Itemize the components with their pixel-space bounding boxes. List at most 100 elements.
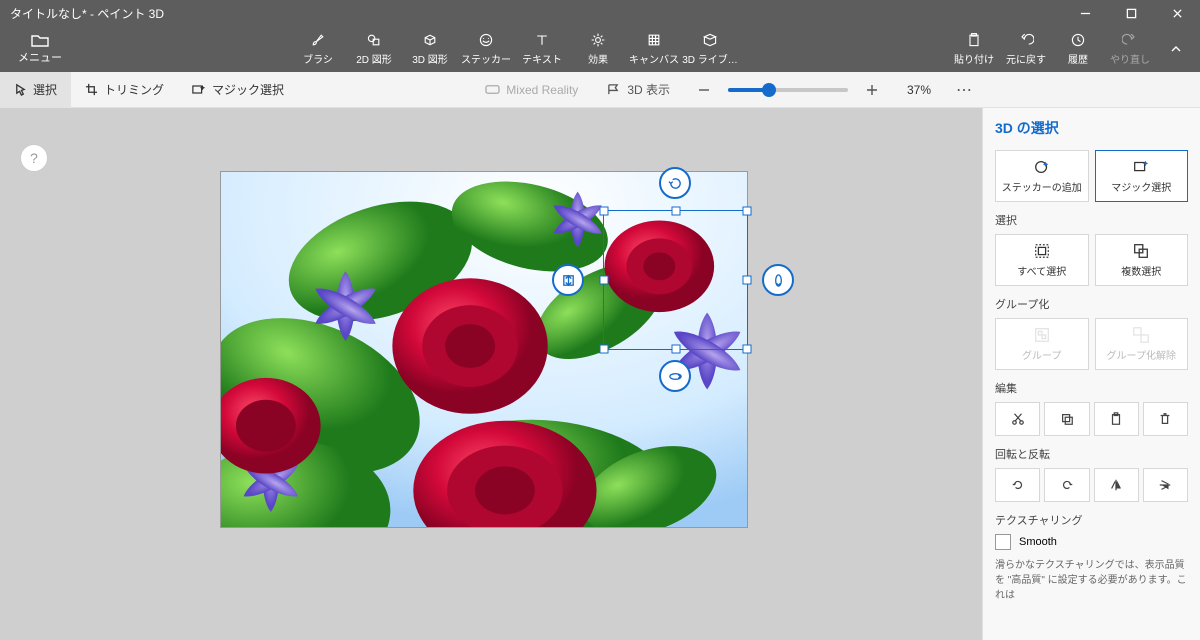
zoom-percent[interactable]: 37% [896, 83, 942, 97]
zoom-in-button[interactable] [858, 76, 886, 104]
paste-button-panel[interactable] [1094, 402, 1139, 436]
tool-effects[interactable]: 効果 [570, 26, 626, 72]
smooth-label: Smooth [1019, 536, 1057, 548]
flip-h-button[interactable] [1094, 468, 1139, 502]
sticker-add-icon [1033, 158, 1051, 176]
vr-icon [485, 83, 500, 96]
ribbon-tools: ブラシ 2D 図形 3D 図形 ステッカー テキスト 効果 キャンバス 3D ラ… [290, 26, 738, 72]
cut-button[interactable] [995, 402, 1040, 436]
flag-icon [606, 83, 621, 96]
folder-icon [31, 33, 49, 47]
rotate-ccw-button[interactable] [995, 468, 1040, 502]
group-icon [1033, 326, 1051, 344]
crop-tool[interactable]: トリミング [71, 72, 178, 108]
effects-icon [590, 32, 606, 48]
tile-ungroup: グループ化解除 [1095, 318, 1189, 370]
history-icon [1070, 32, 1086, 48]
paste-icon [966, 32, 982, 48]
magic-icon [192, 83, 206, 96]
flip-v-icon [1158, 478, 1172, 492]
rotate-z-handle[interactable] [659, 167, 691, 199]
brush-icon [310, 32, 326, 48]
crop-icon [85, 83, 98, 96]
ribbon-right: 貼り付け 元に戻す 履歴 やり直し [948, 26, 1196, 72]
cut-icon [1011, 412, 1025, 426]
zoom-control: 37% [684, 76, 948, 104]
rotate-y-handle[interactable] [762, 264, 794, 296]
select-tool[interactable]: 選択 [0, 72, 71, 108]
tool-2d[interactable]: 2D 図形 [346, 26, 402, 72]
menu-button[interactable]: メニュー [0, 26, 80, 72]
shapes2d-icon [366, 32, 382, 48]
select-all-icon [1033, 242, 1051, 260]
view3d-button[interactable]: 3D 表示 [592, 72, 684, 108]
tile-group: グループ [995, 318, 1089, 370]
magic-select-tool[interactable]: マジック選択 [178, 72, 298, 108]
ungroup-icon [1132, 326, 1150, 344]
text-icon [534, 32, 550, 48]
help-button[interactable]: ? [20, 144, 48, 172]
zoom-out-button[interactable] [690, 76, 718, 104]
tool-brush[interactable]: ブラシ [290, 26, 346, 72]
rotate-cw-icon [1060, 478, 1074, 492]
title-bar: タイトルなし* - ペイント 3D [0, 0, 1200, 26]
magic-select-icon [1132, 158, 1150, 176]
cursor-icon [14, 83, 27, 96]
close-button[interactable] [1154, 0, 1200, 26]
work-area: ? [0, 108, 1200, 640]
undo-button[interactable]: 元に戻す [1000, 26, 1052, 72]
rotate-x-handle[interactable] [659, 360, 691, 392]
smooth-checkbox[interactable]: Smooth [995, 534, 1188, 550]
more-button[interactable]: ⋯ [948, 80, 982, 100]
side-panel: 3D の選択 ステッカーの追加 マジック選択 選択 すべて選択 複数選択 グルー… [982, 108, 1200, 640]
texture-hint: 滑らかなテクスチャリングでは、表示品質を "高品質" に設定する必要があります。… [995, 558, 1188, 603]
selection-rect[interactable] [603, 210, 748, 350]
copy-icon [1060, 412, 1074, 426]
canvas-icon [646, 32, 662, 48]
rotate-cw-button[interactable] [1044, 468, 1089, 502]
mixed-reality-button[interactable]: Mixed Reality [471, 72, 592, 108]
tool-sticker[interactable]: ステッカー [458, 26, 514, 72]
tool-text[interactable]: テキスト [514, 26, 570, 72]
tool-canvas[interactable]: キャンバス [626, 26, 682, 72]
label-edit: 編集 [995, 380, 1188, 396]
ribbon: メニュー ブラシ 2D 図形 3D 図形 ステッカー テキスト 効果 キャンバス… [0, 26, 1200, 72]
label-select: 選択 [995, 212, 1188, 228]
checkbox-box[interactable] [995, 534, 1011, 550]
collapse-panel-button[interactable] [1156, 26, 1196, 72]
canvas-zone[interactable]: ? [0, 108, 982, 640]
tool-3d[interactable]: 3D 図形 [402, 26, 458, 72]
flip-v-button[interactable] [1143, 468, 1188, 502]
panel-title: 3D の選択 [995, 118, 1188, 138]
label-group: グループ化 [995, 296, 1188, 312]
tile-select-all[interactable]: すべて選択 [995, 234, 1089, 286]
multi-select-icon [1132, 242, 1150, 260]
flip-h-icon [1109, 478, 1123, 492]
minimize-button[interactable] [1062, 0, 1108, 26]
delete-button[interactable] [1143, 402, 1188, 436]
maximize-button[interactable] [1108, 0, 1154, 26]
label-rotflip: 回転と反転 [995, 446, 1188, 462]
tool-3dlib[interactable]: 3D ライブ… [682, 26, 738, 72]
label-texture: テクスチャリング [995, 512, 1188, 528]
chevron-up-icon [1169, 42, 1183, 56]
paste-icon [1109, 412, 1123, 426]
redo-button[interactable]: やり直し [1104, 26, 1156, 72]
trash-icon [1158, 412, 1172, 426]
history-button[interactable]: 履歴 [1052, 26, 1104, 72]
copy-button[interactable] [1044, 402, 1089, 436]
library-icon [702, 32, 718, 48]
undo-icon [1018, 32, 1034, 48]
window-title: タイトルなし* - ペイント 3D [0, 5, 1062, 22]
sticker-icon [478, 32, 494, 48]
zoom-slider[interactable] [728, 88, 848, 92]
tile-magic-select[interactable]: マジック選択 [1095, 150, 1189, 202]
shapes3d-icon [422, 32, 438, 48]
rotate-ccw-icon [1011, 478, 1025, 492]
tile-multi-select[interactable]: 複数選択 [1095, 234, 1189, 286]
secondary-toolbar: 選択 トリミング マジック選択 Mixed Reality 3D 表示 37% … [0, 72, 1200, 108]
paste-button[interactable]: 貼り付け [948, 26, 1000, 72]
depth-handle[interactable] [552, 264, 584, 296]
redo-icon [1122, 32, 1138, 48]
tile-add-sticker[interactable]: ステッカーの追加 [995, 150, 1089, 202]
